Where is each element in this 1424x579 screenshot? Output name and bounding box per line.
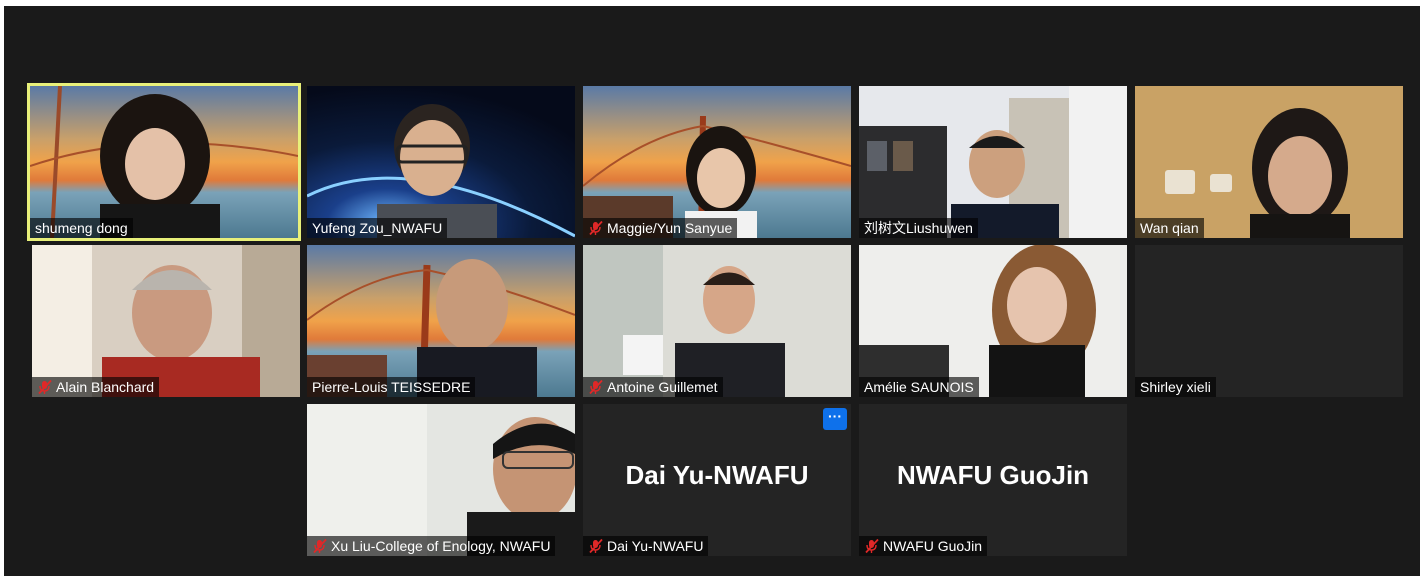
microphone-muted-icon <box>864 538 880 554</box>
participant-name: Antoine Guillemet <box>607 379 718 395</box>
participant-name-tag: Wan qian <box>1135 218 1204 238</box>
participant-name: Alain Blanchard <box>56 379 155 395</box>
participant-name-tag: Amélie SAUNOIS <box>859 377 979 397</box>
microphone-muted-icon <box>312 538 328 554</box>
participant-tile[interactable]: Shirley xieli <box>1135 245 1403 397</box>
microphone-muted-icon <box>588 379 604 395</box>
more-options-button[interactable]: ··· <box>823 408 847 430</box>
participant-name-tag: Pierre-Louis TEISSEDRE <box>307 377 476 397</box>
participant-name: Yufeng Zou_NWAFU <box>312 220 443 236</box>
participant-name: 刘树文Liushuwen <box>864 220 973 236</box>
participant-name-tag: Xu Liu-College of Enology, NWAFU <box>307 536 556 556</box>
participant-tile[interactable]: Antoine Guillemet <box>583 245 851 397</box>
participant-video <box>307 86 575 238</box>
participant-tile[interactable]: Xu Liu-College of Enology, NWAFU <box>307 404 575 556</box>
participant-name: Pierre-Louis TEISSEDRE <box>312 379 471 395</box>
participant-video <box>30 86 298 238</box>
participant-video <box>307 245 575 397</box>
participant-tile[interactable]: 刘树文Liushuwen <box>859 86 1127 238</box>
participant-tile[interactable]: Wan qian <box>1135 86 1403 238</box>
participant-name-tag: 刘树文Liushuwen <box>859 218 978 238</box>
participant-name: shumeng dong <box>35 220 128 236</box>
participant-name-tag: Antoine Guillemet <box>583 377 723 397</box>
participant-video <box>1135 86 1403 238</box>
participant-video <box>583 245 851 397</box>
more-options-icon: ··· <box>828 408 842 424</box>
participant-name-tag: Yufeng Zou_NWAFU <box>307 218 448 238</box>
participant-display-name: NWAFU GuoJin <box>896 460 1090 490</box>
participant-name: Shirley xieli <box>1140 379 1211 395</box>
participant-tile[interactable]: Alain Blanchard <box>32 245 300 397</box>
participant-tile[interactable]: Maggie/Yun Sanyue <box>583 86 851 238</box>
participant-name: Maggie/Yun Sanyue <box>607 220 733 236</box>
participant-tile[interactable]: Pierre-Louis TEISSEDRE <box>307 245 575 397</box>
participant-name-tag: Maggie/Yun Sanyue <box>583 218 738 238</box>
participant-name: Xu Liu-College of Enology, NWAFU <box>331 538 551 554</box>
participant-name-tag: Dai Yu-NWAFU <box>583 536 709 556</box>
participant-name-tag: Shirley xieli <box>1135 377 1216 397</box>
gallery-view: shumeng dong Yufeng Zou_NWAFU Maggie/Yun… <box>4 6 1420 576</box>
participant-name-tag: Alain Blanchard <box>32 377 160 397</box>
participant-video <box>859 245 1127 397</box>
participant-name: Amélie SAUNOIS <box>864 379 974 395</box>
participant-name: NWAFU GuoJin <box>883 538 983 554</box>
microphone-muted-icon <box>588 538 604 554</box>
microphone-muted-icon <box>588 220 604 236</box>
participant-tile[interactable]: NWAFU GuoJin NWAFU GuoJin <box>859 404 1127 556</box>
participant-name: Dai Yu-NWAFU <box>607 538 704 554</box>
participant-tile[interactable]: Yufeng Zou_NWAFU <box>307 86 575 238</box>
participant-tile[interactable]: shumeng dong <box>27 83 301 241</box>
participant-tile[interactable]: Amélie SAUNOIS <box>859 245 1127 397</box>
participant-video <box>32 245 300 397</box>
microphone-muted-icon <box>37 379 53 395</box>
participant-name: Wan qian <box>1140 220 1199 236</box>
participant-video <box>583 86 851 238</box>
participant-video <box>859 86 1127 238</box>
participant-display-name: Dai Yu-NWAFU <box>625 460 809 490</box>
participant-name-tag: shumeng dong <box>30 218 133 238</box>
participant-name-tag: NWAFU GuoJin <box>859 536 988 556</box>
participant-tile[interactable]: ··· Dai Yu-NWAFU Dai Yu-NWAFU <box>583 404 851 556</box>
participant-video <box>307 404 575 556</box>
